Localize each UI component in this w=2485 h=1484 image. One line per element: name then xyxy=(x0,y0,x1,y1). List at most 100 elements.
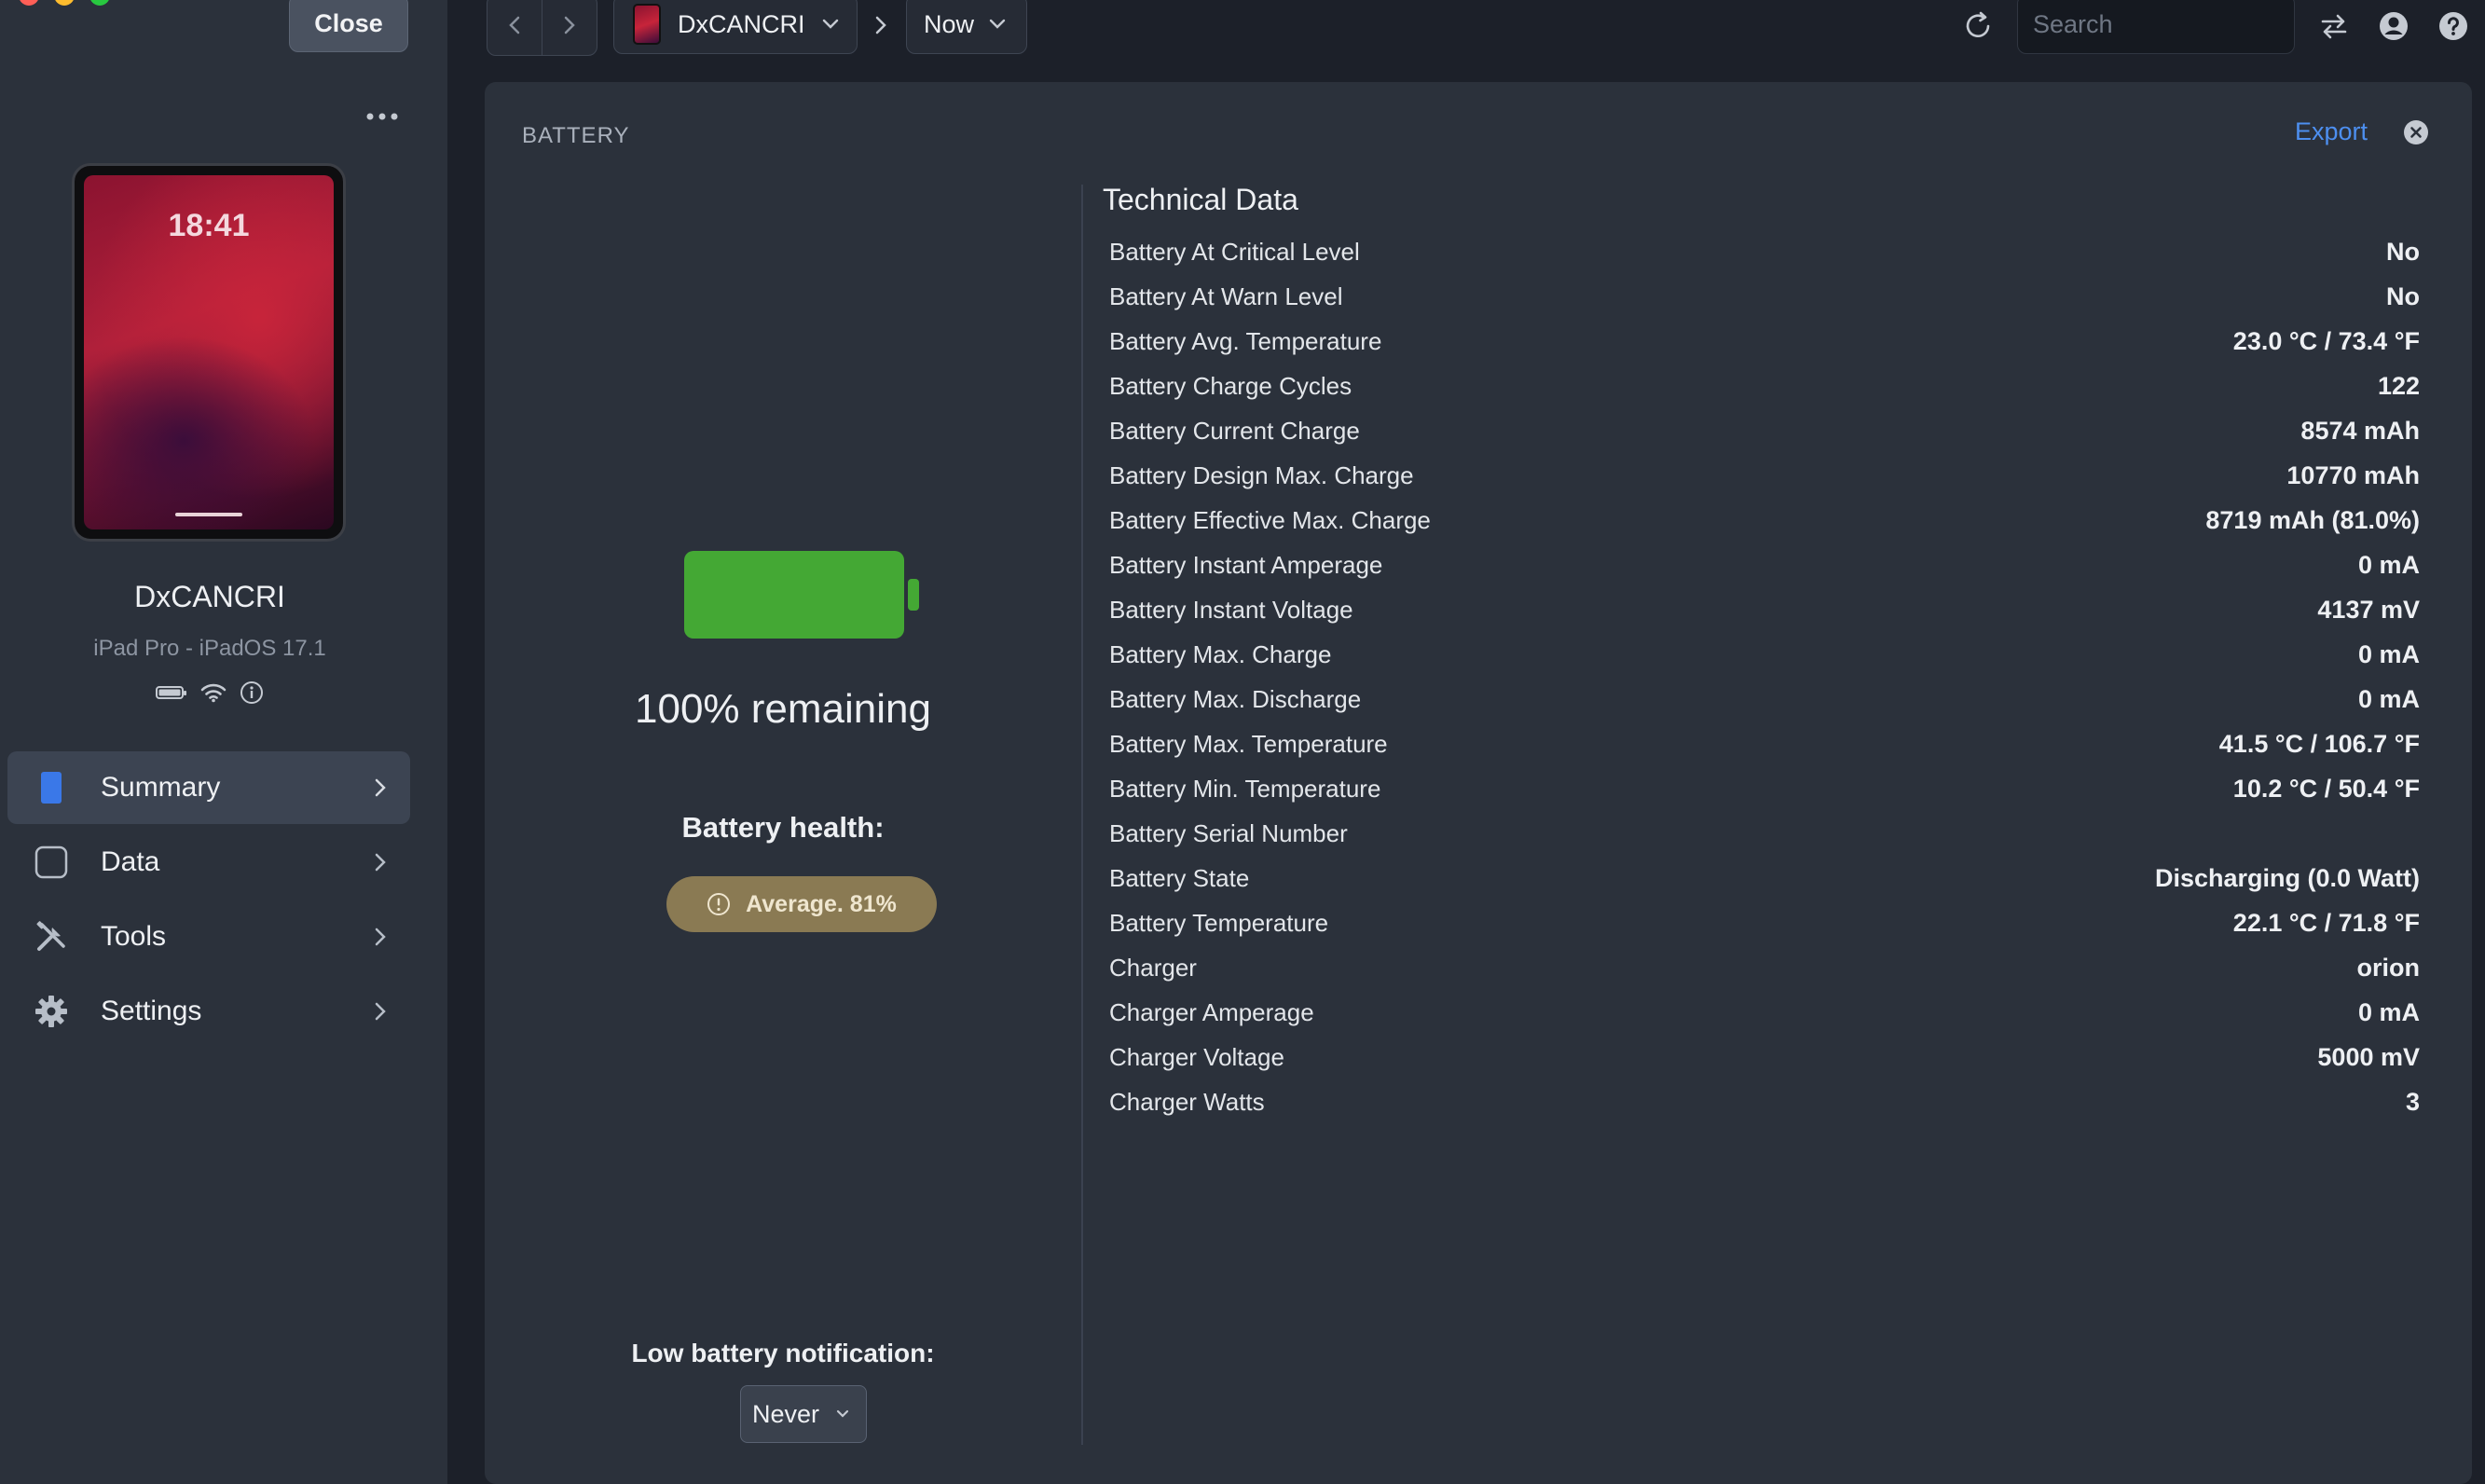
device-selector[interactable]: DxCANCRI xyxy=(613,0,858,54)
help-icon xyxy=(2439,12,2467,40)
row-value: orion xyxy=(2356,953,2421,982)
row-key: Charger Amperage xyxy=(1109,997,1314,1026)
chevron-right-icon xyxy=(369,926,391,948)
row-key: Battery Temperature xyxy=(1109,908,1329,937)
sidebar-item-label: Summary xyxy=(101,772,221,803)
row-value: 22.1 °C / 71.8 °F xyxy=(2232,908,2420,937)
row-value: 8719 mAh (81.0%) xyxy=(2205,505,2420,534)
chevron-right-icon xyxy=(875,16,886,34)
row-key: Battery Max. Discharge xyxy=(1109,684,1362,713)
row-value: 0 mA xyxy=(2357,684,2420,713)
row-value: 8574 mAh xyxy=(2300,416,2420,445)
close-button[interactable]: Close xyxy=(289,0,408,52)
warning-icon xyxy=(707,893,731,915)
table-row: Charger orion xyxy=(1109,945,2420,990)
battery-status-icon xyxy=(156,686,186,699)
time-selector[interactable]: Now xyxy=(906,0,1027,54)
sidebar-item-summary[interactable]: Summary xyxy=(7,751,410,824)
battery-tip xyxy=(908,579,919,611)
table-row: Battery At Warn Level No xyxy=(1109,274,2420,319)
row-value: No xyxy=(2386,237,2420,266)
close-panel-icon[interactable] xyxy=(2403,119,2429,145)
help-button[interactable] xyxy=(2437,9,2470,43)
table-row: Battery Avg. Temperature 23.0 °C / 73.4 °… xyxy=(1109,319,2420,364)
minimize-window-button[interactable] xyxy=(54,0,75,6)
back-button[interactable] xyxy=(487,0,542,55)
chevron-left-icon xyxy=(509,16,520,34)
low-battery-label: Low battery notification: xyxy=(631,1339,935,1367)
battery-level-icon xyxy=(684,551,919,639)
table-row: Battery Temperature 22.1 °C / 71.8 °F xyxy=(1109,900,2420,945)
table-row: Battery Max. Temperature 41.5 °C / 106.7 … xyxy=(1109,721,2420,766)
technical-data-table: Battery At Critical Level No Battery At Wa… xyxy=(1109,229,2420,1124)
zoom-window-button[interactable] xyxy=(89,0,110,6)
chevron-right-icon xyxy=(369,776,391,799)
row-key: Battery At Warn Level xyxy=(1109,282,1343,310)
row-value: 0 mA xyxy=(2357,997,2420,1026)
row-key: Battery Design Max. Charge xyxy=(1109,460,1414,489)
close-window-button[interactable] xyxy=(19,0,39,6)
row-key: Battery At Critical Level xyxy=(1109,237,1360,266)
table-row: Battery Serial Number xyxy=(1109,811,2420,856)
low-battery-select[interactable]: Never xyxy=(740,1385,867,1443)
row-value: 10770 mAh xyxy=(2286,460,2420,489)
sidebar-item-settings[interactable]: Settings xyxy=(7,975,410,1048)
battery-remaining: 100% remaining xyxy=(635,686,931,732)
gear-icon xyxy=(34,994,69,1029)
chevron-down-icon xyxy=(989,19,1006,29)
chevron-right-icon xyxy=(369,851,391,873)
panel-title: BATTERY xyxy=(522,123,630,148)
refresh-icon xyxy=(1966,11,1990,38)
row-key: Battery Max. Temperature xyxy=(1109,729,1388,758)
table-row: Battery Max. Charge 0 mA xyxy=(1109,632,2420,677)
tools-icon xyxy=(34,919,69,955)
battery-health-label: Battery health: xyxy=(681,811,885,844)
row-key: Charger xyxy=(1109,953,1197,982)
search-input[interactable] xyxy=(2017,0,2295,54)
row-key: Charger Voltage xyxy=(1109,1042,1284,1071)
table-row: Charger Amperage 0 mA xyxy=(1109,990,2420,1035)
export-button[interactable]: Export xyxy=(2295,117,2368,146)
sidebar-item-tools[interactable]: Tools xyxy=(7,900,410,973)
row-key: Battery Max. Charge xyxy=(1109,639,1332,668)
low-battery-select-value: Never xyxy=(752,1399,820,1428)
device-image: 18:41 xyxy=(72,163,346,542)
row-value: No xyxy=(2386,282,2420,310)
info-icon[interactable] xyxy=(240,680,264,705)
time-selector-label: Now xyxy=(924,9,975,38)
chevron-down-icon xyxy=(822,19,838,29)
table-row: Battery State Discharging (0.0 Watt) xyxy=(1109,856,2420,900)
sidebar-item-label: Settings xyxy=(101,996,202,1026)
row-value: 5000 mV xyxy=(2317,1042,2420,1071)
row-value: 23.0 °C / 73.4 °F xyxy=(2232,326,2420,355)
user-icon xyxy=(2380,12,2408,40)
more-options-button[interactable] xyxy=(364,103,401,131)
row-value: Discharging (0.0 Watt) xyxy=(2154,863,2420,892)
battery-health-value: Average. 81% xyxy=(746,890,897,917)
device-selector-label: DxCANCRI xyxy=(678,9,805,38)
sidebar-item-data[interactable]: Data xyxy=(7,826,410,899)
table-row: Battery Current Charge 8574 mAh xyxy=(1109,408,2420,453)
wifi-icon xyxy=(200,683,227,703)
sidebar-item-label: Tools xyxy=(101,921,167,952)
table-row: Charger Voltage 5000 mV xyxy=(1109,1035,2420,1079)
chevron-right-icon xyxy=(564,16,575,34)
row-value: 41.5 °C / 106.7 °F xyxy=(2218,729,2420,758)
row-key: Battery Instant Amperage xyxy=(1109,550,1383,579)
battery-health-badge: Average. 81% xyxy=(666,876,937,932)
chevron-right-icon xyxy=(369,1000,391,1023)
row-key: Charger Watts xyxy=(1109,1087,1265,1116)
device-lock-screen: 18:41 xyxy=(84,175,334,529)
table-row: Battery Max. Discharge 0 mA xyxy=(1109,677,2420,721)
row-value: 0 mA xyxy=(2357,550,2420,579)
account-button[interactable] xyxy=(2377,9,2410,43)
transfer-button[interactable] xyxy=(2317,9,2351,43)
battery-panel: BATTERY Export 100% remaining Battery he… xyxy=(485,82,2472,1484)
table-row: Battery Instant Amperage 0 mA xyxy=(1109,543,2420,587)
device-model: iPad Pro - iPadOS 17.1 xyxy=(93,636,326,661)
row-key: Battery Serial Number xyxy=(1109,818,1348,847)
forward-button[interactable] xyxy=(542,0,597,55)
row-key: Battery Min. Temperature xyxy=(1109,774,1381,803)
panel-divider xyxy=(1081,185,1083,1445)
refresh-button[interactable] xyxy=(1961,9,1995,48)
